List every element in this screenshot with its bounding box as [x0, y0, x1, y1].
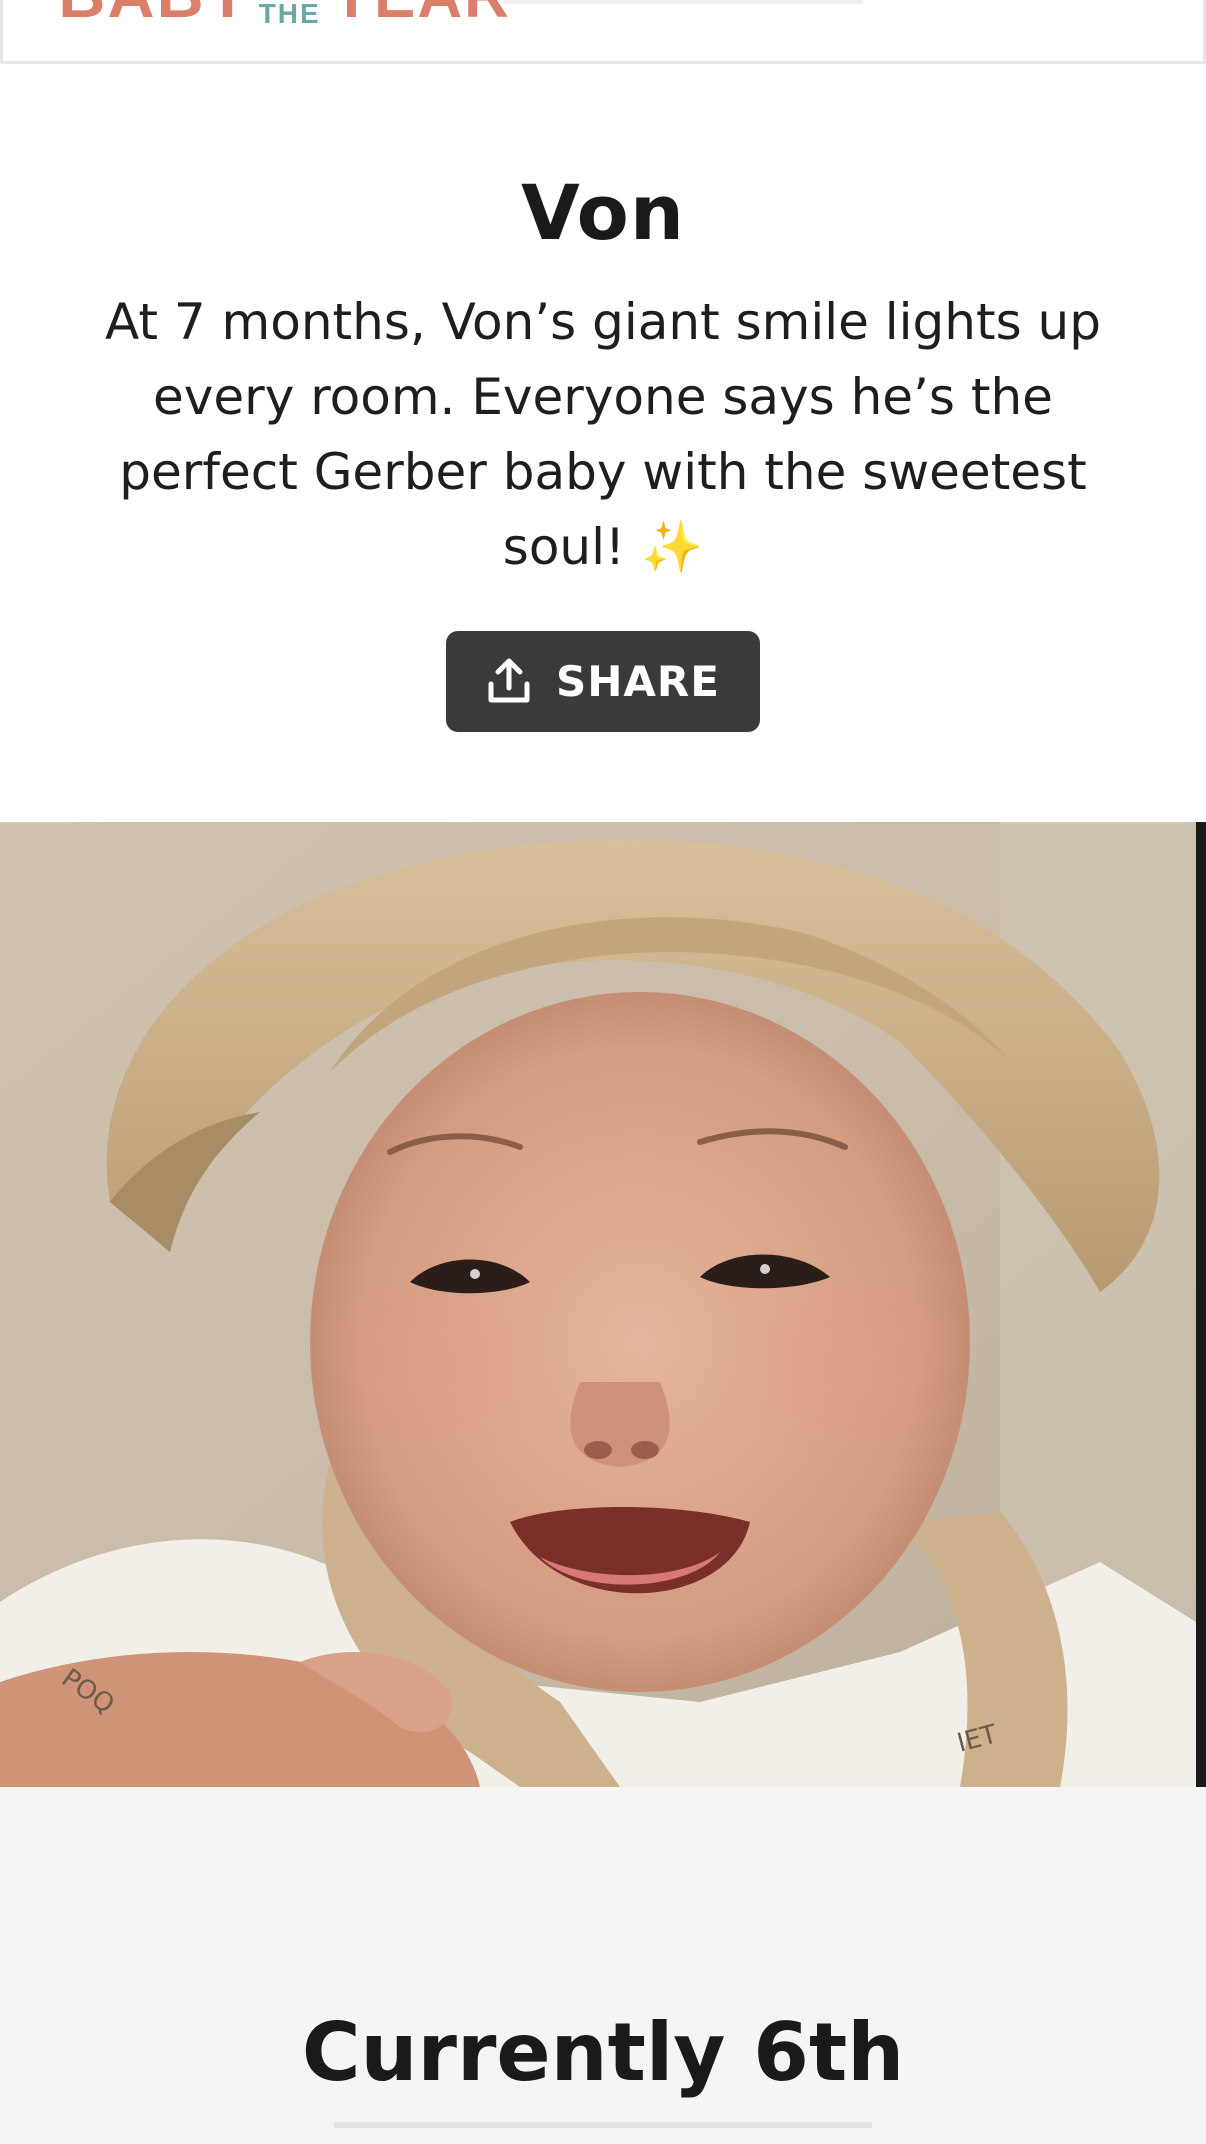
- baby-photo[interactable]: POQ IET: [0, 822, 1206, 1787]
- site-logo[interactable]: BABY THE YEAR: [58, 0, 511, 29]
- top-header: BABY THE YEAR: [0, 0, 1206, 64]
- page: BABY THE YEAR Von At 7 months, Von’s gia…: [0, 0, 1206, 2144]
- logo-word-the: THE: [258, 0, 321, 29]
- ranking-underline: [334, 2122, 872, 2128]
- share-button[interactable]: SHARE: [446, 631, 760, 732]
- ranking-section: Currently 6th: [0, 1787, 1206, 2144]
- baby-name-title: Von: [521, 168, 685, 257]
- ranking-title: Currently 6th: [301, 2006, 905, 2099]
- share-upload-icon: [486, 658, 532, 706]
- share-button-label: SHARE: [556, 657, 720, 706]
- logo-word-year: YEAR: [331, 0, 511, 28]
- baby-description: At 7 months, Von’s giant smile lights up…: [105, 293, 1101, 576]
- logo-word-baby: BABY: [58, 0, 251, 28]
- header-divider: [503, 0, 863, 4]
